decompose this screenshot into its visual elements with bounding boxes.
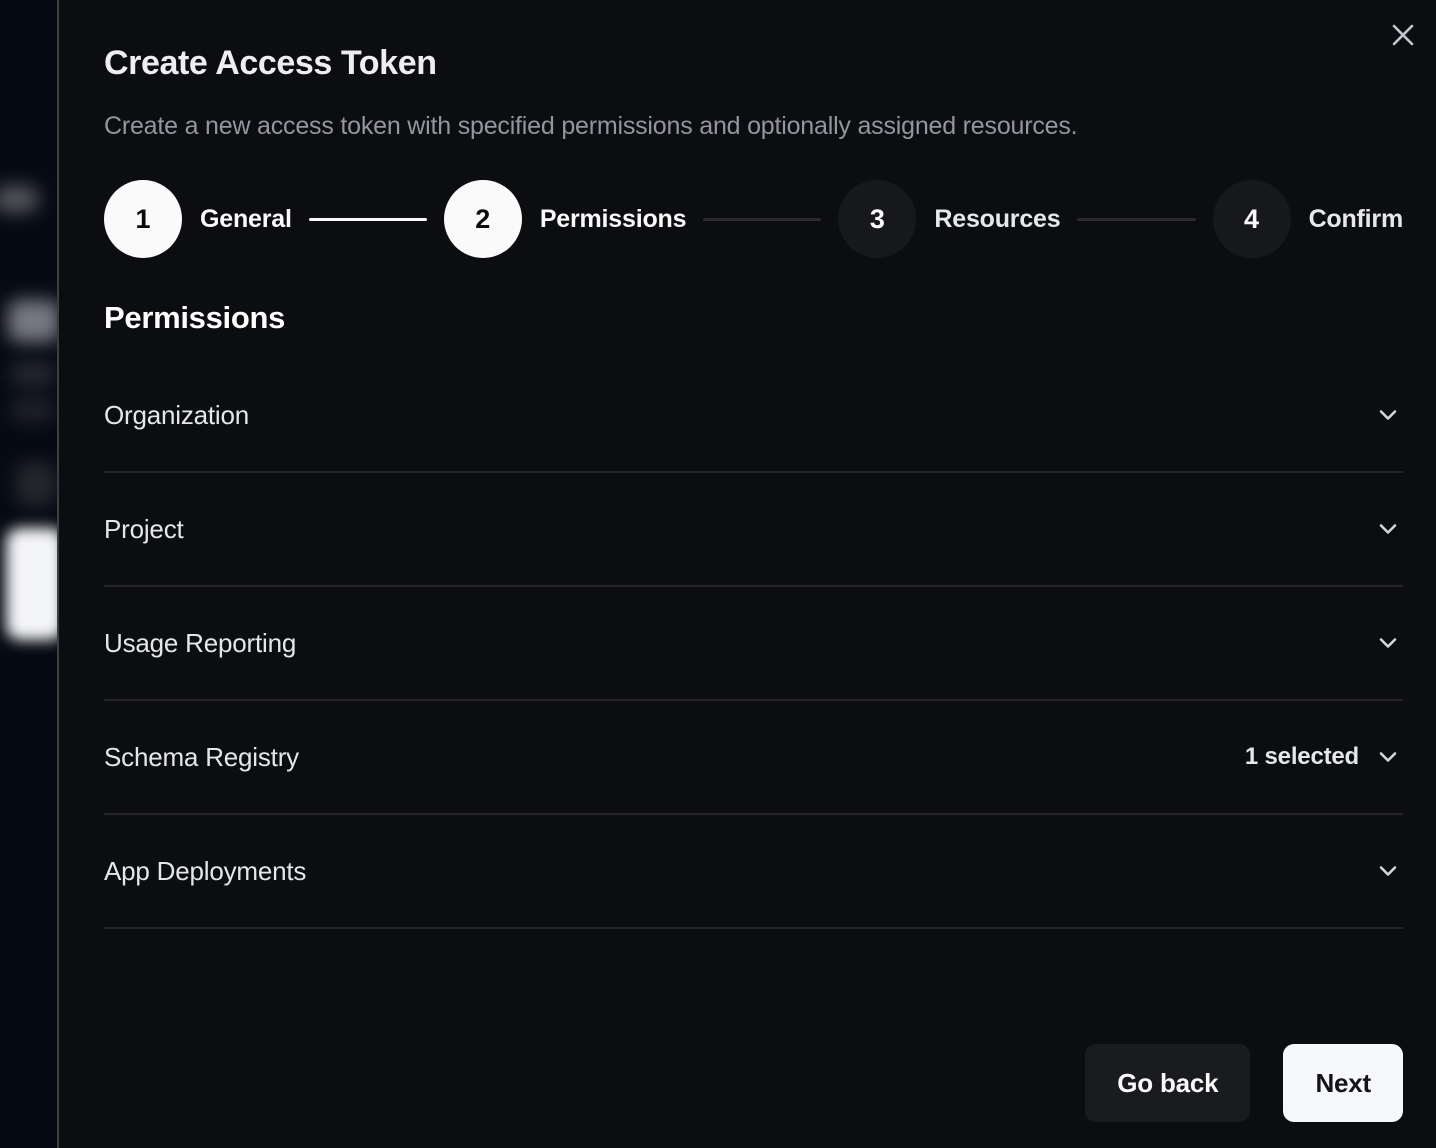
step-number-circle: 1 bbox=[104, 180, 182, 258]
accordion-row-schema-registry[interactable]: Schema Registry 1 selected bbox=[104, 701, 1403, 815]
chevron-down-icon bbox=[1373, 400, 1403, 430]
step-label: Resources bbox=[934, 205, 1060, 234]
accordion-label: Project bbox=[104, 514, 184, 545]
step-label: General bbox=[200, 205, 292, 234]
permissions-accordion: Organization Project bbox=[104, 359, 1403, 929]
step-number-circle: 4 bbox=[1213, 180, 1291, 258]
permissions-heading: Permissions bbox=[104, 300, 285, 336]
accordion-label: Usage Reporting bbox=[104, 628, 296, 659]
blurred-icon-blob bbox=[16, 462, 56, 506]
step-connector bbox=[309, 218, 427, 221]
blurred-heading-blob bbox=[8, 300, 57, 342]
create-access-token-dialog: Create Access Token Create a new access … bbox=[57, 0, 1436, 1148]
accordion-row-app-deployments[interactable]: App Deployments bbox=[104, 815, 1403, 929]
selected-count-badge: 1 selected bbox=[1245, 743, 1359, 771]
chevron-down-icon bbox=[1373, 856, 1403, 886]
chevron-down-icon bbox=[1373, 514, 1403, 544]
blurred-text-blob bbox=[10, 362, 56, 386]
close-icon bbox=[1388, 20, 1418, 50]
chevron-down-icon bbox=[1373, 742, 1403, 772]
blurred-card-blob bbox=[6, 528, 57, 640]
step-resources[interactable]: 3 Resources bbox=[838, 180, 1060, 258]
accordion-label: App Deployments bbox=[104, 856, 306, 887]
step-connector bbox=[703, 218, 821, 221]
step-confirm[interactable]: 4 Confirm bbox=[1213, 180, 1403, 258]
accordion-row-project[interactable]: Project bbox=[104, 473, 1403, 587]
dialog-title: Create Access Token bbox=[104, 44, 437, 83]
go-back-button[interactable]: Go back bbox=[1085, 1044, 1250, 1122]
wizard-stepper: 1 General 2 Permissions 3 Resources 4 Co… bbox=[104, 179, 1403, 259]
step-connector bbox=[1077, 218, 1195, 221]
step-label: Confirm bbox=[1309, 205, 1403, 234]
accordion-label: Schema Registry bbox=[104, 742, 299, 773]
accordion-row-organization[interactable]: Organization bbox=[104, 359, 1403, 473]
background-page bbox=[0, 0, 57, 1148]
dialog-footer: Go back Next bbox=[1085, 1044, 1403, 1122]
chevron-down-icon bbox=[1373, 628, 1403, 658]
step-general[interactable]: 1 General bbox=[104, 180, 292, 258]
step-number-circle: 2 bbox=[444, 180, 522, 258]
accordion-row-usage-reporting[interactable]: Usage Reporting bbox=[104, 587, 1403, 701]
blurred-text-blob bbox=[0, 186, 38, 212]
step-number-circle: 3 bbox=[838, 180, 916, 258]
step-permissions[interactable]: 2 Permissions bbox=[444, 180, 686, 258]
dialog-subtitle: Create a new access token with specified… bbox=[104, 112, 1077, 141]
step-label: Permissions bbox=[540, 205, 686, 234]
accordion-label: Organization bbox=[104, 400, 249, 431]
close-button[interactable] bbox=[1388, 20, 1418, 50]
next-button[interactable]: Next bbox=[1283, 1044, 1403, 1122]
blurred-text-blob bbox=[10, 398, 56, 422]
